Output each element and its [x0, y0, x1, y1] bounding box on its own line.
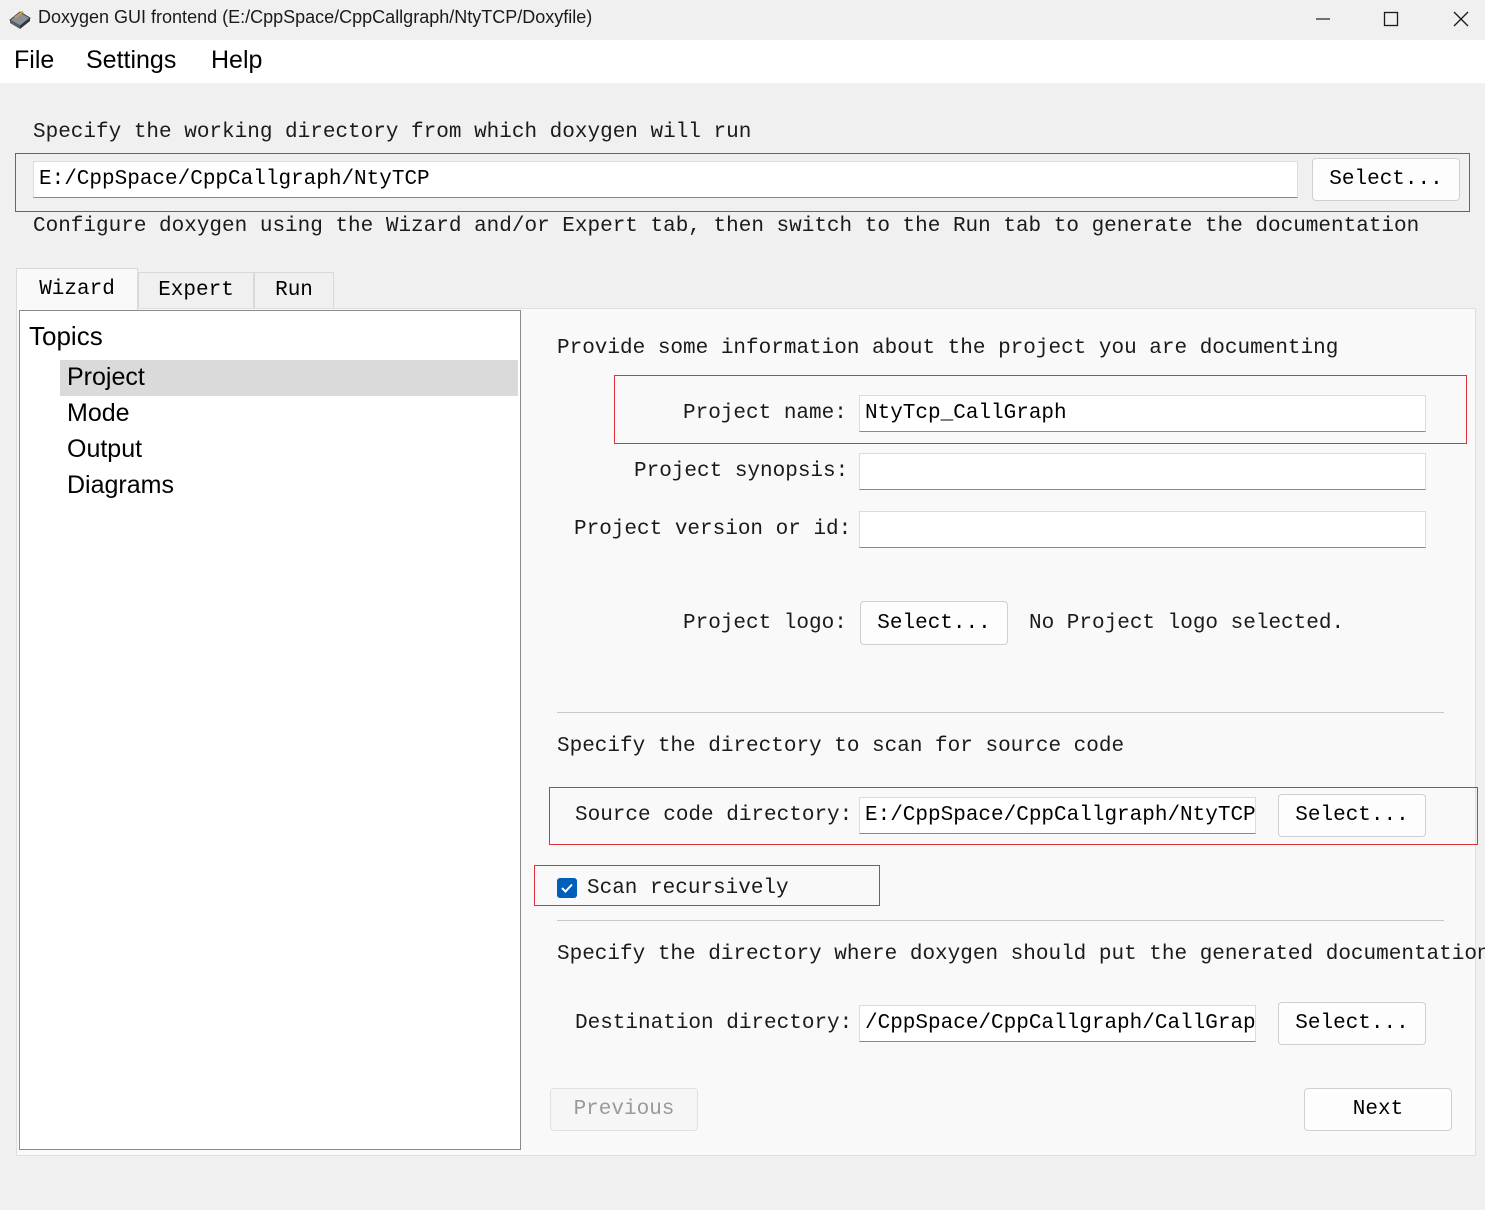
destination-intro: Specify the directory where doxygen shou… — [557, 943, 1485, 966]
topic-mode[interactable]: Mode — [67, 399, 130, 428]
destination-dir-input[interactable]: /CppSpace/CppCallgraph/CallGraph — [859, 1005, 1256, 1042]
destination-dir-select-button[interactable]: Select... — [1278, 1002, 1426, 1045]
project-logo-select-button[interactable]: Select... — [860, 601, 1008, 645]
minimize-button[interactable] — [1288, 0, 1358, 38]
workdir-hint: Configure doxygen using the Wizard and/o… — [33, 215, 1420, 238]
topic-project[interactable]: Project — [67, 363, 145, 392]
project-version-input[interactable] — [859, 511, 1426, 548]
menu-settings[interactable]: Settings — [86, 46, 176, 75]
source-dir-input[interactable]: E:/CppSpace/CppCallgraph/NtyTCP — [859, 797, 1256, 834]
scan-recursively-checkbox[interactable] — [557, 878, 577, 898]
project-version-label: Project version or id: — [574, 518, 852, 541]
next-button[interactable]: Next — [1304, 1088, 1452, 1131]
project-name-input[interactable]: NtyTcp_CallGraph — [859, 395, 1426, 432]
project-name-label: Project name: — [683, 402, 847, 425]
workdir-label: Specify the working directory from which… — [33, 121, 752, 144]
section-divider — [557, 920, 1444, 921]
source-intro: Specify the directory to scan for source… — [557, 735, 1125, 758]
topics-header: Topics — [29, 321, 103, 351]
scan-recursively-label[interactable]: Scan recursively — [587, 877, 789, 900]
tab-wizard[interactable]: Wizard — [16, 268, 138, 310]
close-icon — [1453, 11, 1469, 27]
maximize-icon — [1383, 11, 1399, 27]
section-divider — [557, 712, 1444, 713]
topic-output[interactable]: Output — [67, 435, 142, 464]
checkmark-icon — [561, 883, 573, 893]
maximize-button[interactable] — [1356, 0, 1426, 38]
topic-diagrams[interactable]: Diagrams — [67, 471, 174, 500]
destination-dir-label: Destination directory: — [575, 1012, 853, 1035]
source-dir-label: Source code directory: — [575, 804, 853, 827]
project-logo-status: No Project logo selected. — [1029, 612, 1345, 635]
workdir-input[interactable]: E:/CppSpace/CppCallgraph/NtyTCP — [33, 161, 1298, 198]
tab-run[interactable]: Run — [254, 272, 334, 308]
doxygen-app-icon — [8, 8, 32, 30]
window-title: Doxygen GUI frontend (E:/CppSpace/CppCal… — [38, 7, 593, 27]
project-logo-label: Project logo: — [683, 612, 847, 635]
menu-help[interactable]: Help — [211, 46, 262, 75]
minimize-icon — [1316, 18, 1330, 20]
project-synopsis-input[interactable] — [859, 453, 1426, 490]
workdir-select-button[interactable]: Select... — [1312, 158, 1460, 201]
source-dir-select-button[interactable]: Select... — [1278, 794, 1426, 837]
previous-button[interactable]: Previous — [550, 1088, 698, 1131]
tab-expert[interactable]: Expert — [138, 272, 254, 308]
project-synopsis-label: Project synopsis: — [634, 460, 849, 483]
close-button[interactable] — [1426, 0, 1485, 38]
menu-file[interactable]: File — [14, 46, 54, 75]
project-intro: Provide some information about the proje… — [557, 337, 1339, 360]
